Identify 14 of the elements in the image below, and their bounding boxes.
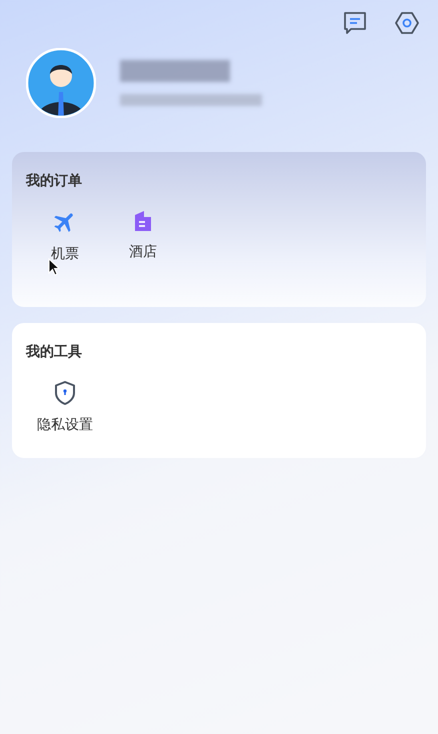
shield-icon [53, 380, 77, 406]
menu-item[interactable]: 机票 [26, 209, 104, 264]
menu-item[interactable]: 酒店 [104, 209, 182, 264]
menu-item-label: 酒店 [129, 242, 157, 261]
avatar-silhouette[interactable] [26, 48, 96, 118]
section-title: 我的工具 [26, 342, 83, 361]
message-icon[interactable] [342, 10, 368, 36]
menu-item[interactable]: 隐私设置 [26, 380, 104, 435]
menu-item-label: 机票 [51, 244, 79, 263]
menu-item-label: 隐私设置 [37, 415, 93, 434]
settings-icon[interactable] [394, 10, 420, 36]
building-icon [132, 209, 154, 233]
section-title: 我的订单 [26, 171, 83, 190]
mouse-cursor-icon [48, 258, 60, 276]
